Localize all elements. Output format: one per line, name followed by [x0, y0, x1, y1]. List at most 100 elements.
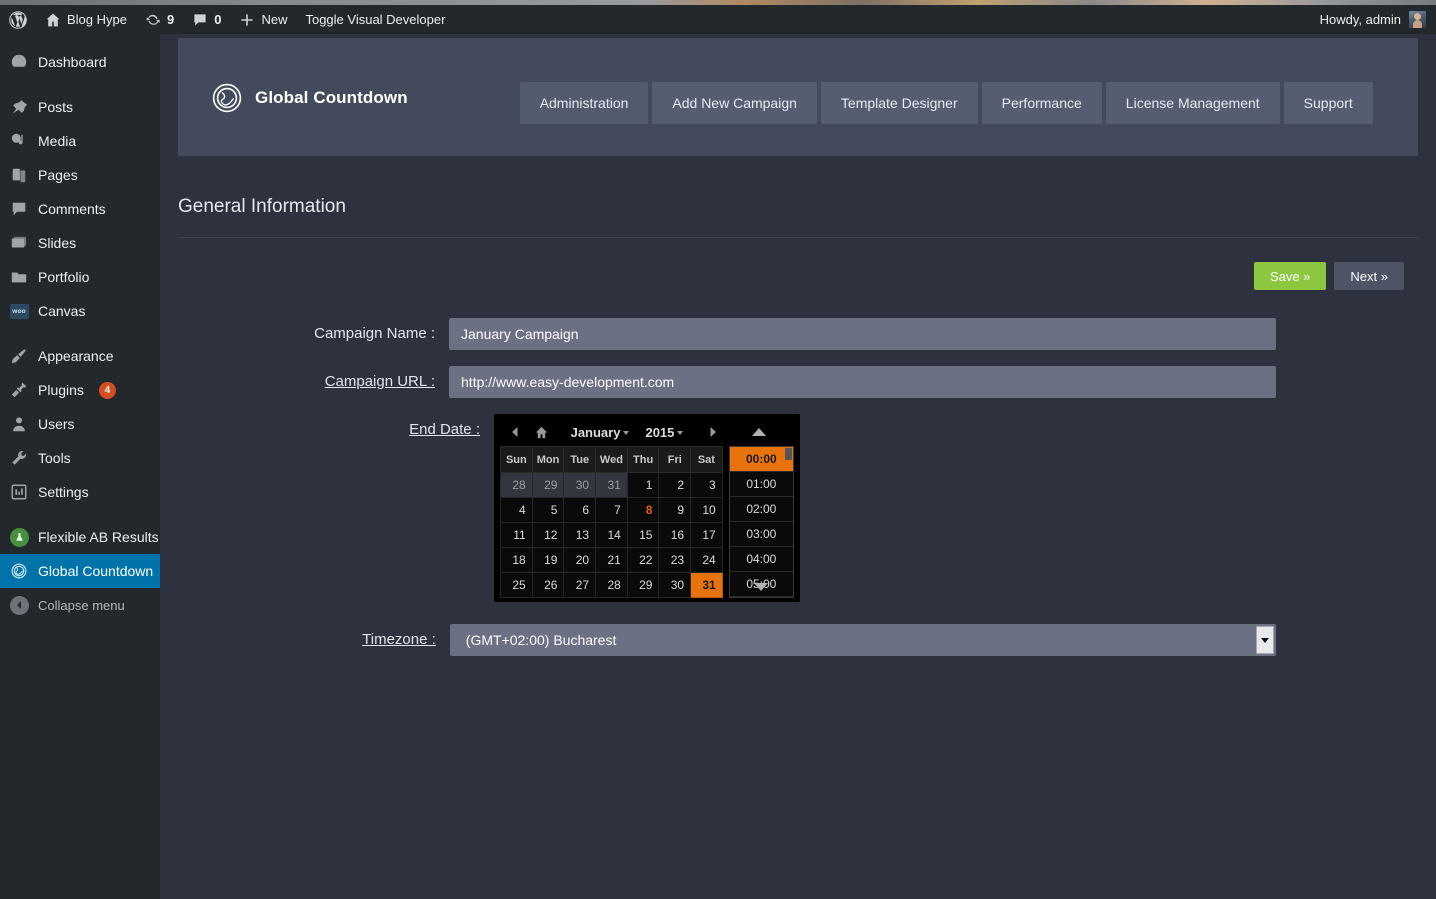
day-cell[interactable]: 2 [658, 472, 692, 498]
campaign-name-input[interactable] [449, 318, 1276, 350]
day-cell[interactable]: 5 [531, 497, 565, 523]
day-cell[interactable]: 20 [563, 547, 597, 573]
year-select[interactable]: 2015 [645, 425, 684, 440]
day-cell[interactable]: 29 [531, 472, 565, 498]
triangle-right-icon[interactable] [700, 426, 726, 438]
dashboard-icon [9, 52, 29, 72]
sidebar-item-slides[interactable]: Slides [0, 226, 160, 260]
weekday-header: Fri [658, 446, 692, 473]
day-cell[interactable]: 13 [563, 522, 597, 548]
campaign-url-input[interactable] [449, 366, 1276, 398]
day-cell[interactable]: 23 [658, 547, 692, 573]
day-cell[interactable]: 16 [658, 522, 692, 548]
day-cell[interactable]: 31 [595, 472, 628, 498]
end-date-label: End Date : [409, 421, 480, 438]
day-cell[interactable]: 28 [595, 572, 628, 598]
tab-administration[interactable]: Administration [519, 82, 649, 124]
timezone-label: Timezone : [362, 631, 436, 648]
time-option[interactable]: 02:00 [729, 497, 793, 522]
day-cell[interactable]: 21 [595, 547, 628, 573]
sidebar-item-label: Dashboard [38, 54, 107, 70]
next-button[interactable]: Next » [1334, 262, 1404, 290]
sidebar-item-label: Media [38, 133, 77, 149]
day-cell[interactable]: 17 [690, 522, 723, 548]
sidebar-item-pages[interactable]: Pages [0, 158, 160, 192]
field-row-campaign-name: Campaign Name : [0, 318, 1276, 350]
wordpress-logo-button[interactable] [0, 5, 36, 34]
day-cell[interactable]: 15 [626, 522, 660, 548]
day-cell[interactable]: 25 [500, 572, 533, 598]
tab-add-new-campaign[interactable]: Add New Campaign [652, 82, 817, 124]
tab-license-management[interactable]: License Management [1105, 82, 1280, 124]
site-name-label: Blog Hype [67, 12, 127, 27]
page-title: General Information [178, 196, 346, 217]
sidebar-item-label: Canvas [38, 303, 86, 319]
tab-template-designer[interactable]: Template Designer [820, 82, 978, 124]
sidebar-item-posts[interactable]: Posts [0, 90, 160, 124]
avatar[interactable] [1409, 11, 1426, 28]
general-information-form: Campaign Name : Campaign URL : End Date … [0, 318, 1276, 672]
tab-support[interactable]: Support [1283, 82, 1373, 124]
day-cell[interactable]: 4 [500, 497, 533, 523]
tab-performance[interactable]: Performance [981, 82, 1102, 124]
day-cell[interactable]: 30 [563, 472, 597, 498]
toggle-visual-developer-menu[interactable]: Toggle Visual Developer [296, 5, 454, 34]
day-cell[interactable]: 3 [690, 472, 723, 498]
pages-icon [9, 165, 29, 185]
new-content-menu[interactable]: New [230, 5, 296, 34]
end-date-datepicker[interactable]: January 2015 Sun Mon Tue Wed Thu Fri Sat… [494, 414, 800, 602]
calendar-week-row: 28 29 30 31 1 2 3 [500, 472, 723, 498]
day-cell[interactable]: 10 [690, 497, 723, 523]
save-button[interactable]: Save » [1253, 262, 1327, 290]
calendar-week-row: 18 19 20 21 22 23 24 [500, 547, 723, 573]
calendar-week-row: 11 12 13 14 15 16 17 [500, 522, 723, 548]
day-cell[interactable]: 18 [500, 547, 533, 573]
day-cell[interactable]: 27 [563, 572, 597, 598]
day-cell[interactable]: 7 [595, 497, 628, 523]
day-cell[interactable]: 22 [626, 547, 660, 573]
time-list-scrollbar[interactable] [785, 448, 792, 460]
time-option[interactable]: 04:00 [729, 547, 793, 572]
day-cell-today[interactable]: 8 [626, 497, 660, 523]
day-cell-selected[interactable]: 31 [690, 572, 723, 598]
timezone-select[interactable]: (GMT+02:00) Bucharest [449, 624, 1276, 656]
field-row-timezone: Timezone : (GMT+02:00) Bucharest [0, 624, 1276, 656]
day-cell[interactable]: 28 [500, 472, 533, 498]
time-scroll-up-button[interactable] [726, 427, 792, 437]
campaign-url-label: Campaign URL : [324, 373, 436, 390]
home-icon[interactable] [528, 426, 554, 439]
calendar-week-row: 25 26 27 28 29 30 31 [500, 572, 723, 598]
time-option[interactable]: 01:00 [729, 472, 793, 497]
sidebar-item-media[interactable]: Media [0, 124, 160, 158]
day-cell[interactable]: 1 [626, 472, 660, 498]
tab-label: Performance [1001, 95, 1082, 111]
month-select[interactable]: January [571, 425, 630, 440]
time-scroll-down-button[interactable] [728, 576, 794, 598]
sidebar-item-dashboard[interactable]: Dashboard [0, 45, 160, 79]
new-label: New [261, 12, 288, 27]
site-name-menu[interactable]: Blog Hype [36, 5, 136, 34]
chevron-down-icon[interactable] [1256, 626, 1274, 654]
comments-menu[interactable]: 0 [183, 5, 230, 34]
day-cell[interactable]: 26 [531, 572, 565, 598]
day-cell[interactable]: 14 [595, 522, 628, 548]
day-cell[interactable]: 9 [658, 497, 692, 523]
menu-spacer [0, 79, 160, 90]
day-cell[interactable]: 11 [500, 522, 533, 548]
day-cell[interactable]: 29 [626, 572, 660, 598]
day-cell[interactable]: 30 [658, 572, 692, 598]
media-icon [9, 131, 29, 151]
chevron-down-icon [623, 430, 630, 435]
sidebar-item-comments[interactable]: Comments [0, 192, 160, 226]
updates-menu[interactable]: 9 [136, 5, 183, 34]
day-cell[interactable]: 24 [690, 547, 723, 573]
day-cell[interactable]: 12 [531, 522, 565, 548]
time-option[interactable]: 03:00 [729, 522, 793, 547]
sidebar-item-label: Posts [38, 99, 74, 115]
sidebar-item-portfolio[interactable]: Portfolio [0, 260, 160, 294]
triangle-left-icon[interactable] [502, 426, 528, 438]
time-option-selected[interactable]: 00:00 [729, 447, 793, 472]
day-cell[interactable]: 19 [531, 547, 565, 573]
day-cell[interactable]: 6 [563, 497, 597, 523]
field-row-end-date: End Date : January 2015 Sun Mon Tue Wed … [0, 414, 1276, 602]
